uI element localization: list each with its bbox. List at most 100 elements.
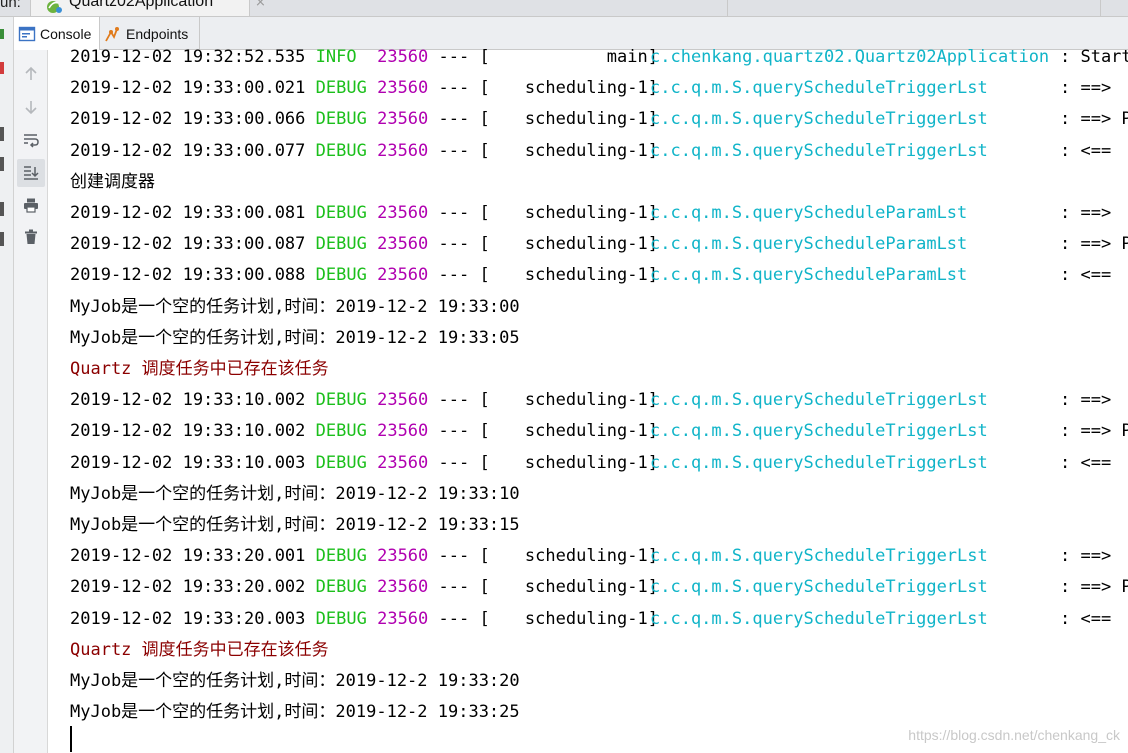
run-tab-quartz02application[interactable]: Quartz02Application × — [30, 0, 266, 16]
layout-marker-icon[interactable] — [0, 232, 4, 246]
log-thread: scheduling-1 — [524, 78, 648, 99]
arrow-down-icon — [25, 101, 37, 115]
endpoints-icon — [104, 25, 122, 43]
log-pid: 23560 — [377, 78, 429, 99]
console-error-text: Quartz 调度任务中已存在该任务 — [70, 639, 329, 660]
log-pid: 23560 — [377, 608, 429, 629]
console-line: Quartz 调度任务中已存在该任务 — [70, 354, 1128, 385]
log-separator: --- — [438, 140, 470, 161]
log-level: DEBUG — [315, 390, 367, 411]
console-output[interactable]: 2019-12-02 19:32:52.535 INFO 23560 --- [… — [70, 43, 1128, 753]
log-pid: 23560 — [377, 265, 429, 286]
log-pid: 23560 — [377, 390, 429, 411]
layout-marker-icon[interactable] — [0, 157, 4, 171]
console-line: 2019-12-02 19:33:00.021 DEBUG 23560 --- … — [70, 73, 1128, 104]
log-timestamp: 2019-12-02 19:33:00.088 — [70, 265, 306, 286]
log-thread: scheduling-1 — [524, 109, 648, 130]
log-level: DEBUG — [315, 234, 367, 255]
console-line: Quartz 调度任务中已存在该任务 — [70, 635, 1128, 666]
log-logger: c.c.q.m.S.queryScheduleTriggerLst — [650, 577, 988, 598]
down-the-stack-button[interactable] — [17, 93, 45, 121]
log-pid: 23560 — [377, 140, 429, 161]
log-thread: scheduling-1 — [524, 421, 648, 442]
soft-wrap-icon — [24, 134, 39, 148]
print-button[interactable] — [17, 191, 45, 219]
trash-icon — [25, 229, 37, 244]
run-marker-icon[interactable] — [0, 29, 4, 39]
log-separator: --- — [438, 421, 470, 442]
console-line: 2019-12-02 19:33:20.002 DEBUG 23560 --- … — [70, 572, 1128, 603]
log-level: DEBUG — [315, 421, 367, 442]
scroll-to-end-icon — [24, 166, 39, 180]
log-separator: --- — [438, 47, 470, 67]
log-separator: --- — [438, 577, 470, 598]
console-line: 2019-12-02 19:33:00.081 DEBUG 23560 --- … — [70, 198, 1128, 229]
log-logger: c.c.q.m.S.queryScheduleTriggerLst — [650, 608, 988, 629]
console-icon — [18, 25, 36, 43]
log-message: : <== — [1060, 140, 1112, 161]
log-timestamp: 2019-12-02 19:33:10.002 — [70, 390, 306, 411]
console-line: MyJob是一个空的任务计划,时间：2019-12-2 19:33:20 — [70, 666, 1128, 697]
log-timestamp: 2019-12-02 19:33:20.003 — [70, 608, 306, 629]
log-level: DEBUG — [315, 203, 367, 223]
text-cursor — [70, 726, 72, 752]
up-the-stack-button[interactable] — [17, 60, 45, 88]
log-separator: --- — [438, 265, 470, 286]
log-logger: c.c.q.m.S.queryScheduleTriggerLst — [650, 109, 988, 130]
console-text: MyJob是一个空的任务计划,时间：2019-12-2 19:33:00 — [70, 296, 520, 317]
spring-boot-icon — [45, 0, 63, 15]
print-icon — [24, 198, 38, 213]
log-logger: c.c.q.m.S.queryScheduleTriggerLst — [650, 452, 988, 473]
soft-wrap-button[interactable] — [17, 126, 45, 154]
console-line: MyJob是一个空的任务计划,时间：2019-12-2 19:33:15 — [70, 510, 1128, 541]
log-timestamp: 2019-12-02 19:32:52.535 — [70, 47, 306, 67]
log-pid: 23560 — [377, 577, 429, 598]
console-line: 2019-12-02 19:32:52.535 INFO 23560 --- [… — [70, 43, 1128, 73]
log-pid: 23560 — [377, 109, 429, 130]
log-message: : ==> P — [1060, 577, 1128, 598]
log-thread: scheduling-1 — [524, 452, 648, 473]
log-thread: scheduling-1 — [524, 577, 648, 598]
log-timestamp: 2019-12-02 19:33:10.002 — [70, 421, 306, 442]
console-line: MyJob是一个空的任务计划,时间：2019-12-2 19:33:25 — [70, 697, 1128, 728]
close-icon[interactable]: × — [255, 0, 266, 10]
log-separator: --- — [438, 452, 470, 473]
log-timestamp: 2019-12-02 19:33:00.077 — [70, 140, 306, 161]
console-text: MyJob是一个空的任务计划,时间：2019-12-2 19:33:10 — [70, 483, 520, 504]
clear-all-button[interactable] — [17, 223, 45, 251]
log-separator: --- — [438, 608, 470, 629]
scroll-to-end-button[interactable] — [17, 159, 45, 187]
log-timestamp: 2019-12-02 19:33:00.021 — [70, 78, 306, 99]
log-pid: 23560 — [377, 203, 429, 223]
log-message: : ==> — [1060, 78, 1112, 99]
console-text: MyJob是一个空的任务计划,时间：2019-12-2 19:33:20 — [70, 671, 520, 691]
console-text: 创建调度器 — [70, 171, 155, 192]
log-logger: c.c.q.m.S.queryScheduleParamLst — [650, 234, 968, 255]
left-tool-window-strip — [0, 17, 14, 753]
log-pid: 23560 — [377, 47, 429, 67]
layout-marker-icon[interactable] — [0, 127, 4, 141]
log-thread: scheduling-1 — [524, 546, 648, 567]
console-line: 2019-12-02 19:33:00.088 DEBUG 23560 --- … — [70, 260, 1128, 291]
console-line: 2019-12-02 19:33:10.003 DEBUG 23560 --- … — [70, 448, 1128, 479]
console-toolbar — [14, 50, 48, 753]
console-text: MyJob是一个空的任务计划,时间：2019-12-2 19:33:05 — [70, 327, 520, 348]
log-pid: 23560 — [377, 234, 429, 255]
log-logger: c.c.q.m.S.queryScheduleTriggerLst — [650, 421, 988, 442]
stop-marker-icon[interactable] — [0, 62, 4, 74]
log-message: : <== — [1060, 265, 1112, 286]
console-line: 2019-12-02 19:33:00.087 DEBUG 23560 --- … — [70, 229, 1128, 260]
console-line: MyJob是一个空的任务计划,时间：2019-12-2 19:33:10 — [70, 479, 1128, 510]
console-line: 2019-12-02 19:33:20.003 DEBUG 23560 --- … — [70, 604, 1128, 635]
log-timestamp: 2019-12-02 19:33:00.087 — [70, 234, 306, 255]
layout-marker-icon[interactable] — [0, 202, 4, 216]
log-level: INFO — [315, 47, 357, 67]
log-level: DEBUG — [315, 265, 367, 286]
console-error-text: Quartz 调度任务中已存在该任务 — [70, 359, 329, 379]
console-line: 2019-12-02 19:33:20.001 DEBUG 23560 --- … — [70, 541, 1128, 572]
log-logger: c.c.q.m.S.queryScheduleParamLst — [650, 265, 968, 286]
log-message: : ==> — [1060, 203, 1112, 223]
log-message: : ==> P — [1060, 421, 1128, 442]
log-level: DEBUG — [315, 608, 367, 629]
tab-console-label: Console — [40, 25, 92, 42]
